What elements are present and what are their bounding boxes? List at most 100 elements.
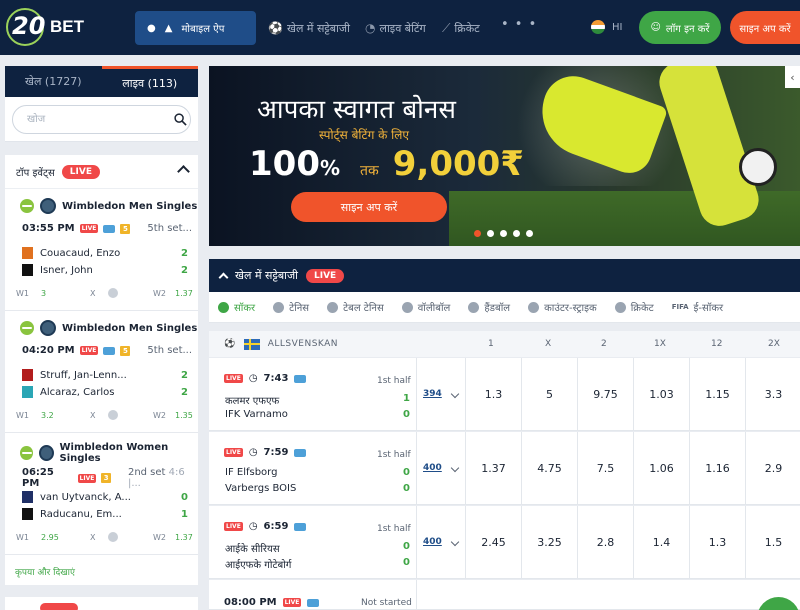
top-events-header[interactable]: टॉप इवेंट्स LIVE bbox=[5, 155, 198, 189]
odd-cell[interactable]: 9.75 bbox=[577, 358, 633, 431]
tab-table-tennis[interactable]: टेबल टेनिस bbox=[318, 292, 393, 323]
odd-cell[interactable]: 1.06 bbox=[633, 432, 689, 505]
tab-sports[interactable]: खेल (1727) bbox=[5, 66, 102, 97]
w1-odds[interactable]: 3 bbox=[41, 289, 46, 298]
odd-cell[interactable]: 3.3 bbox=[745, 358, 800, 431]
odd-cell[interactable]: 5 bbox=[521, 358, 577, 431]
event-time: 04:20 PM bbox=[22, 345, 75, 356]
carousel-dot[interactable] bbox=[474, 230, 481, 237]
tab-label: टेबल टेनिस bbox=[343, 303, 384, 314]
signup-button[interactable]: साइन अप करें bbox=[730, 11, 800, 44]
show-more-link[interactable]: कृपया और दिखाएं bbox=[15, 565, 75, 578]
odd-cell[interactable]: 1.5 bbox=[745, 506, 800, 579]
live-badge: LIVE bbox=[224, 448, 243, 457]
odd-cell[interactable]: 2.9 bbox=[745, 432, 800, 505]
event-title: Wimbledon Men Singles bbox=[62, 200, 198, 212]
odd-cell[interactable]: 1.3 bbox=[689, 506, 745, 579]
more-menu-icon[interactable]: • • • bbox=[501, 17, 537, 32]
w2-odds[interactable]: 1.37 bbox=[175, 533, 193, 542]
banner-signup-button[interactable]: साइन अप करें bbox=[291, 192, 447, 222]
match-time: 6:59 bbox=[263, 521, 289, 532]
w2-odds[interactable]: 1.37 bbox=[175, 289, 193, 298]
tab-handball[interactable]: हैंडबॉल bbox=[459, 292, 519, 323]
tab-soccer[interactable]: सॉकर bbox=[209, 292, 264, 323]
nav-live-betting[interactable]: ◔ लाइव बेटिंग bbox=[365, 17, 426, 39]
player-row: Alcaraz, Carlos bbox=[22, 386, 114, 398]
carousel-dot[interactable] bbox=[513, 230, 520, 237]
divider bbox=[416, 358, 417, 431]
search-icon[interactable] bbox=[174, 113, 187, 126]
odd-cell[interactable]: 2.45 bbox=[465, 506, 521, 579]
w2-odds[interactable]: 1.35 bbox=[175, 411, 193, 420]
event-card[interactable]: Wimbledon Men Singles 03:55 PM LIVE 5 5t… bbox=[5, 189, 198, 311]
chevron-up-icon[interactable] bbox=[177, 165, 190, 178]
live-badge: LIVE bbox=[79, 346, 99, 355]
live-badge-partial bbox=[40, 603, 78, 610]
x-label: X bbox=[90, 532, 96, 542]
tab-live[interactable]: लाइव (113) bbox=[101, 66, 198, 97]
odd-cell[interactable]: 1.16 bbox=[689, 432, 745, 505]
fifa-icon: FIFA bbox=[671, 303, 689, 311]
welcome-bonus-banner[interactable]: आपका स्वागत बोनस स्पोर्ट्स बेटिंग के लिए… bbox=[209, 66, 800, 246]
chevron-down-icon[interactable] bbox=[450, 537, 460, 547]
odd-cell[interactable]: 3.25 bbox=[521, 506, 577, 579]
carousel-dot[interactable] bbox=[526, 230, 533, 237]
odd-cell[interactable]: 7.5 bbox=[577, 432, 633, 505]
w2-label: W2 bbox=[153, 288, 166, 298]
odds-cells: 2.45 3.25 2.8 1.4 1.3 1.5 bbox=[465, 506, 800, 579]
language-selector[interactable]: HI bbox=[590, 19, 622, 35]
match-row[interactable]: LIVE ◷ 7:43 1st half कलमर एफएफ IFK Varna… bbox=[209, 358, 800, 431]
tab-tennis[interactable]: टेनिस bbox=[264, 292, 318, 323]
match-row[interactable]: LIVE ◷ 6:59 1st half आईके सीरियस आईएफके … bbox=[209, 506, 800, 579]
odd-cell[interactable]: 2.8 bbox=[577, 506, 633, 579]
live-icon: ◔ bbox=[365, 21, 376, 35]
league-name: ALLSVENSKAN bbox=[267, 339, 339, 349]
apple-icon: ● bbox=[147, 22, 156, 34]
event-card[interactable]: Wimbledon Men Singles 04:20 PM LIVE 5 5t… bbox=[5, 311, 198, 433]
tv-icon bbox=[294, 374, 307, 383]
event-title-row: Wimbledon Women Singles bbox=[20, 442, 198, 464]
chevron-down-icon[interactable] bbox=[450, 389, 460, 399]
nav-cricket[interactable]: ⟋ क्रिकेट bbox=[442, 17, 480, 39]
live-badge: LIVE bbox=[282, 598, 302, 607]
carousel-dot[interactable] bbox=[487, 230, 494, 237]
chevron-up-icon[interactable] bbox=[218, 272, 229, 283]
odd-cell[interactable]: 1.15 bbox=[689, 358, 745, 431]
tv-icon bbox=[307, 598, 320, 607]
more-markets-link[interactable]: 400 bbox=[423, 537, 442, 547]
mobile-app-button[interactable]: ● ▲ मोबाइल ऐप bbox=[135, 11, 256, 45]
bonus-upto: तक bbox=[360, 163, 379, 179]
nav-sports-label: खेल में सट्टेबाजी bbox=[286, 21, 350, 35]
chevron-left-icon[interactable]: ‹ bbox=[785, 66, 800, 88]
match-status: 1st half bbox=[377, 450, 411, 460]
wimbledon-logo-icon bbox=[40, 198, 56, 214]
tv-icon bbox=[294, 448, 307, 457]
odd-cell[interactable]: 1.03 bbox=[633, 358, 689, 431]
odd-cell[interactable]: 4.75 bbox=[521, 432, 577, 505]
tab-counter-strike[interactable]: काउंटर-स्ट्राइक bbox=[519, 292, 606, 323]
logo-text: BET bbox=[50, 17, 84, 36]
w1-label: W1 bbox=[16, 410, 29, 420]
sports-betting-header[interactable]: खेल में सट्टेबाजी LIVE bbox=[209, 259, 800, 292]
match-row[interactable]: 08:00 PM LIVE Not started bbox=[209, 580, 800, 610]
w1-odds[interactable]: 3.2 bbox=[41, 411, 54, 420]
nav-sports-betting[interactable]: ⚽ खेल में सट्टेबाजी bbox=[268, 17, 350, 39]
chevron-down-icon[interactable] bbox=[450, 463, 460, 473]
w1-label: W1 bbox=[16, 288, 29, 298]
tab-esoccer[interactable]: FIFA ई-सॉकर bbox=[663, 292, 732, 323]
odd-cell[interactable]: 1.4 bbox=[633, 506, 689, 579]
w1-odds[interactable]: 2.95 bbox=[41, 533, 59, 542]
search-input[interactable] bbox=[12, 105, 191, 134]
odd-cell[interactable]: 1.37 bbox=[465, 432, 521, 505]
match-row[interactable]: LIVE ◷ 7:59 1st half IF Elfsborg Varberg… bbox=[209, 432, 800, 505]
tab-cricket[interactable]: क्रिकेट bbox=[606, 292, 663, 323]
live-badge: LIVE bbox=[61, 164, 100, 179]
more-markets-link[interactable]: 400 bbox=[423, 463, 442, 473]
event-card[interactable]: Wimbledon Women Singles 06:25 PM LIVE 3 … bbox=[5, 433, 198, 555]
logo[interactable]: 20 BET bbox=[6, 8, 86, 46]
odd-cell[interactable]: 1.3 bbox=[465, 358, 521, 431]
login-button[interactable]: ☺ लॉग इन करें bbox=[639, 11, 721, 44]
tab-volleyball[interactable]: वॉलीबॉल bbox=[393, 292, 460, 323]
more-markets-link[interactable]: 394 bbox=[423, 389, 442, 399]
carousel-dot[interactable] bbox=[500, 230, 507, 237]
